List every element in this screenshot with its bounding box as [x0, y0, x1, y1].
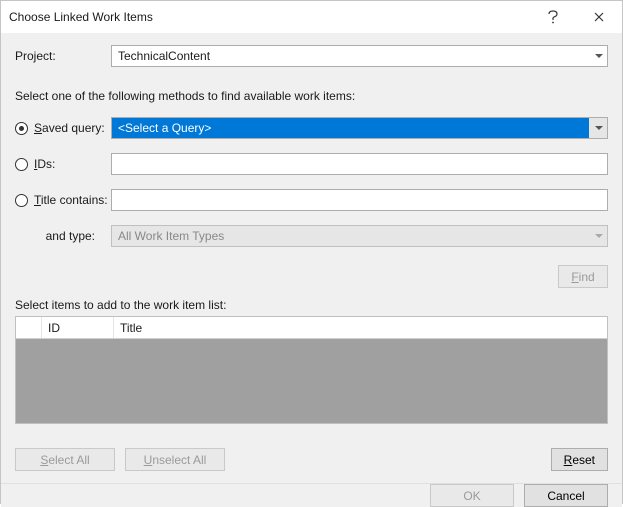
saved-query-dropdown-value: <Select a Query>	[112, 118, 589, 138]
project-row: Project: TechnicalContent	[15, 45, 608, 67]
chevron-down-icon	[589, 226, 607, 246]
project-dropdown[interactable]: TechnicalContent	[111, 45, 608, 67]
project-dropdown-value: TechnicalContent	[112, 46, 589, 66]
grid-header-check[interactable]	[16, 317, 42, 338]
project-label: Project:	[15, 49, 111, 63]
ids-radio[interactable]	[15, 158, 28, 171]
and-type-dropdown: All Work Item Types	[111, 225, 608, 247]
help-button[interactable]	[530, 1, 576, 33]
title-contains-row: Title contains:	[15, 189, 608, 211]
selection-buttons-row: Select All Unselect All Reset	[15, 448, 608, 471]
find-button: Find	[558, 265, 608, 288]
saved-query-row: Saved query: <Select a Query>	[15, 117, 608, 139]
title-contains-input[interactable]	[111, 189, 608, 211]
chevron-down-icon	[589, 118, 607, 138]
dialog-body: Project: TechnicalContent Select one of …	[1, 33, 622, 483]
choose-linked-work-items-dialog: Choose Linked Work Items Project: Techni…	[0, 0, 623, 504]
ids-row: IDs:	[15, 153, 608, 175]
dialog-footer: OK Cancel	[1, 483, 622, 507]
chevron-down-icon	[589, 46, 607, 66]
grid-header-title[interactable]: Title	[114, 317, 607, 338]
close-icon	[594, 12, 604, 22]
work-items-grid[interactable]: ID Title	[15, 316, 608, 424]
grid-header: ID Title	[16, 317, 607, 339]
title-contains-radio[interactable]	[15, 194, 28, 207]
saved-query-radio[interactable]	[15, 122, 28, 135]
dialog-title: Choose Linked Work Items	[9, 10, 530, 24]
grid-body	[16, 339, 607, 423]
unselect-all-button: Unselect All	[125, 448, 225, 471]
and-type-dropdown-value: All Work Item Types	[112, 226, 589, 246]
find-row: Find	[15, 265, 608, 288]
title-contains-radio-label[interactable]: Title contains:	[15, 193, 111, 207]
instructions-text: Select one of the following methods to f…	[15, 89, 608, 103]
titlebar: Choose Linked Work Items	[1, 1, 622, 33]
saved-query-radio-label[interactable]: Saved query:	[15, 121, 111, 135]
close-button[interactable]	[576, 1, 622, 33]
select-all-button: Select All	[15, 448, 115, 471]
ids-input[interactable]	[111, 153, 608, 175]
reset-button[interactable]: Reset	[551, 448, 608, 471]
ids-radio-label[interactable]: IDs:	[15, 157, 111, 171]
help-icon	[548, 10, 558, 24]
and-type-row: and type: All Work Item Types	[15, 225, 608, 247]
saved-query-dropdown[interactable]: <Select a Query>	[111, 117, 608, 139]
list-label: Select items to add to the work item lis…	[15, 298, 608, 312]
grid-header-id[interactable]: ID	[42, 317, 114, 338]
and-type-label: and type:	[15, 229, 111, 243]
